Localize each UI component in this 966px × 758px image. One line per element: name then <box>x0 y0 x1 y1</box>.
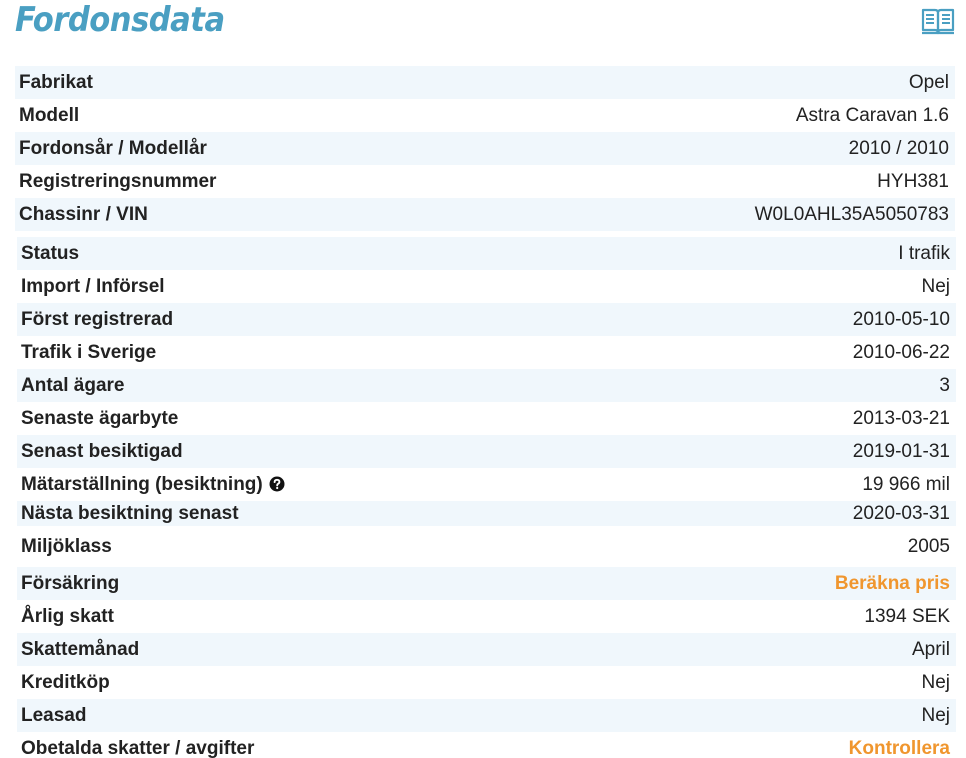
row-label: Trafik i Sverige <box>21 341 157 363</box>
row-label: Nästa besiktning senast <box>17 501 662 526</box>
book-icon[interactable] <box>921 7 955 35</box>
row-value: 2010-06-22 <box>852 341 950 363</box>
row-label: Försäkring <box>17 567 662 600</box>
row-value: 2019-01-31 <box>661 435 956 468</box>
row-label: Leasad <box>17 699 662 732</box>
row-value: 2013-03-21 <box>852 407 950 429</box>
table-row: Nästa besiktning senast 2020-03-31 <box>17 501 956 526</box>
row-value: 2010-05-10 <box>661 303 956 336</box>
table-row: Antal ägare 3 <box>17 369 956 402</box>
table-row: Fabrikat Opel <box>15 66 955 99</box>
row-label: Chassinr / VIN <box>15 198 489 231</box>
row-label-text: Mätarställning (besiktning) <box>21 473 263 495</box>
question-circle-icon[interactable] <box>269 476 285 492</box>
row-value: 3 <box>661 369 956 402</box>
table-row: Import / Införsel Nej <box>17 270 956 303</box>
row-label: Kreditköp <box>21 671 110 693</box>
row-value: Nej <box>921 671 950 693</box>
table-row: Leasad Nej <box>17 699 956 732</box>
vehicle-identity-table: Fabrikat Opel Modell Astra Caravan 1.6 F… <box>15 66 955 231</box>
row-value: 19 966 mil <box>862 473 950 495</box>
table-row: Senaste ägarbyte 2013-03-21 <box>17 402 956 435</box>
table-row: Modell Astra Caravan 1.6 <box>15 99 955 132</box>
row-label: Import / Införsel <box>21 275 165 297</box>
row-label: Skattemånad <box>17 633 662 666</box>
vehicle-details-table: Status I trafik Import / Införsel Nej Fö… <box>17 237 956 758</box>
calculate-price-link[interactable]: Beräkna pris <box>661 567 956 600</box>
table-row: Försäkring Beräkna pris <box>17 567 956 600</box>
row-label: Senast besiktigad <box>17 435 662 468</box>
row-value: 2020-03-31 <box>661 501 956 526</box>
table-row: Registreringsnummer HYH381 <box>15 165 955 198</box>
row-label: Mätarställning (besiktning) <box>17 468 661 501</box>
row-label: Fordonsår / Modellår <box>15 132 489 165</box>
row-label: Fabrikat <box>15 66 489 99</box>
row-value: Astra Caravan 1.6 <box>795 104 949 126</box>
table-row: Miljöklass 2005 <box>17 526 956 567</box>
table-row: Chassinr / VIN W0L0AHL35A5050783 <box>15 198 955 231</box>
row-label: Modell <box>19 104 80 126</box>
row-value: Nej <box>661 699 956 732</box>
vehicle-data-page: Fordonsdata Fabrikat Opel Modell Astra C… <box>0 0 966 758</box>
row-label: Senaste ägarbyte <box>21 407 179 429</box>
row-label: Miljöklass <box>21 535 112 557</box>
row-value: 2010 / 2010 <box>488 132 955 165</box>
table-row: Mätarställning (besiktning) 19 966 mil <box>17 468 956 501</box>
row-label: Status <box>17 237 662 270</box>
table-row: Skattemånad April <box>17 633 956 666</box>
table-row: Senast besiktigad 2019-01-31 <box>17 435 956 468</box>
table-row: Obetalda skatter / avgifter Kontrollera <box>17 732 956 758</box>
table-row: Fordonsår / Modellår 2010 / 2010 <box>15 132 955 165</box>
row-value: 1394 SEK <box>864 605 950 627</box>
row-value: W0L0AHL35A5050783 <box>488 198 955 231</box>
table-row: Trafik i Sverige 2010-06-22 <box>17 336 956 369</box>
row-label: Registreringsnummer <box>19 170 217 192</box>
table-row: Årlig skatt 1394 SEK <box>17 600 956 633</box>
table-row: Status I trafik <box>17 237 956 270</box>
row-label: Obetalda skatter / avgifter <box>21 737 255 758</box>
check-taxes-link[interactable]: Kontrollera <box>661 732 956 758</box>
row-value: Nej <box>921 275 950 297</box>
row-value: I trafik <box>661 237 956 270</box>
row-value: 2005 <box>907 535 950 557</box>
table-row: Kreditköp Nej <box>17 666 956 699</box>
page-title: Fordonsdata <box>15 0 225 40</box>
row-value: HYH381 <box>877 170 949 192</box>
row-label: Antal ägare <box>17 369 662 402</box>
row-label: Först registrerad <box>17 303 662 336</box>
row-value: Opel <box>488 66 955 99</box>
table-row: Först registrerad 2010-05-10 <box>17 303 956 336</box>
row-label: Årlig skatt <box>21 605 114 627</box>
row-value: April <box>661 633 956 666</box>
